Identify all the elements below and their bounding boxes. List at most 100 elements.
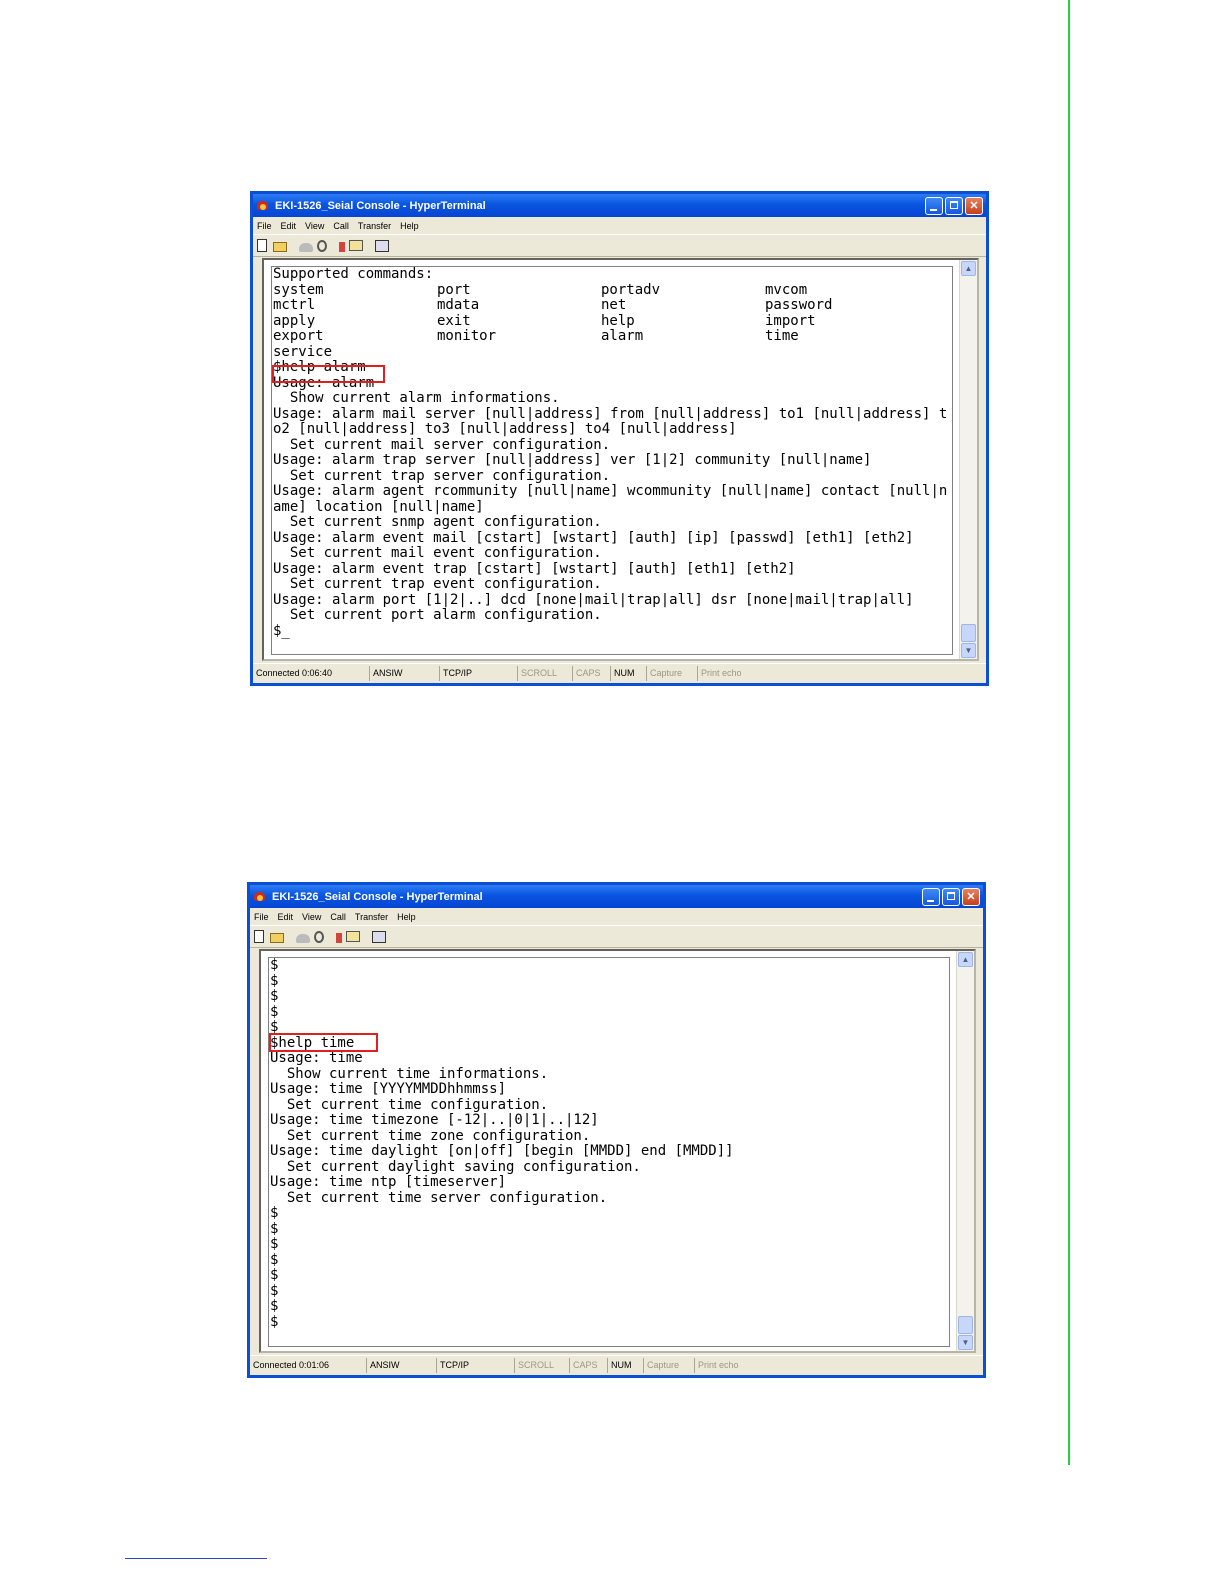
terminal-line: Set current mail server configuration. bbox=[273, 436, 611, 453]
status-scroll: SCROLL bbox=[515, 1358, 570, 1373]
open-folder-icon[interactable] bbox=[273, 241, 287, 252]
terminal-line: Set current trap event configuration. bbox=[273, 576, 602, 592]
disconnect-icon[interactable] bbox=[314, 930, 324, 943]
connect-phone-icon[interactable] bbox=[296, 933, 310, 943]
page-margin-rule bbox=[1068, 0, 1070, 1465]
vertical-scrollbar[interactable]: ▲ ▼ bbox=[956, 951, 974, 1351]
title-bar[interactable]: EKI-1526_Seial Console - HyperTerminal ✕ bbox=[253, 194, 986, 217]
terminal-prompt: $ bbox=[270, 1003, 279, 1020]
command-name: import bbox=[765, 312, 816, 329]
menu-bar: File Edit View Call Transfer Help bbox=[250, 908, 983, 925]
receive-file-icon[interactable] bbox=[346, 931, 360, 942]
scroll-down-icon[interactable]: ▼ bbox=[958, 1335, 973, 1350]
terminal-prompt: $ bbox=[270, 1298, 279, 1314]
menu-edit[interactable]: Edit bbox=[278, 912, 294, 922]
terminal-line: Usage: alarm trap server [null|address] … bbox=[273, 452, 872, 468]
scroll-down-icon[interactable]: ▼ bbox=[961, 643, 976, 658]
menu-help[interactable]: Help bbox=[400, 221, 419, 231]
terminal-line: Usage: alarm mail server [null|address] … bbox=[273, 405, 948, 422]
terminal-line: Usage: alarm event trap [cstart] [wstart… bbox=[273, 560, 796, 577]
command-highlight-box bbox=[269, 1033, 378, 1052]
status-print-echo: Print echo bbox=[701, 668, 742, 678]
hyperterminal-app-icon[interactable] bbox=[256, 199, 270, 213]
menu-view[interactable]: View bbox=[305, 221, 324, 231]
minimize-icon bbox=[927, 899, 934, 902]
menu-view[interactable]: View bbox=[302, 912, 321, 922]
send-file-icon[interactable] bbox=[336, 932, 342, 943]
menu-file[interactable]: File bbox=[257, 221, 272, 231]
disconnect-icon[interactable] bbox=[317, 239, 327, 252]
command-row: service bbox=[272, 343, 952, 361]
hyperterminal-window-help-alarm: EKI-1526_Seial Console - HyperTerminal ✕… bbox=[250, 191, 989, 686]
menu-transfer[interactable]: Transfer bbox=[358, 221, 391, 231]
terminal-line: Set current daylight saving configuratio… bbox=[270, 1158, 641, 1175]
title-bar[interactable]: EKI-1526_Seial Console - HyperTerminal ✕ bbox=[250, 885, 983, 908]
menu-bar: File Edit View Call Transfer Help bbox=[253, 217, 986, 234]
new-connection-icon[interactable] bbox=[254, 930, 264, 943]
command-row: system port portadv mvcom bbox=[272, 281, 952, 299]
maximize-button[interactable] bbox=[942, 887, 960, 906]
minimize-button[interactable] bbox=[922, 887, 940, 906]
menu-transfer[interactable]: Transfer bbox=[355, 912, 388, 922]
menu-edit[interactable]: Edit bbox=[281, 221, 297, 231]
toolbar bbox=[253, 234, 986, 257]
scroll-thumb[interactable] bbox=[958, 1316, 973, 1334]
close-button[interactable]: ✕ bbox=[965, 196, 983, 215]
terminal-prompt: $ bbox=[270, 957, 279, 973]
menu-help[interactable]: Help bbox=[397, 912, 416, 922]
vertical-scrollbar[interactable]: ▲ ▼ bbox=[959, 260, 977, 659]
close-icon: ✕ bbox=[969, 199, 979, 212]
hyperterminal-window-help-time: EKI-1526_Seial Console - HyperTerminal ✕… bbox=[247, 882, 986, 1378]
terminal-prompt: $_ bbox=[273, 622, 290, 639]
terminal-prompt: $ bbox=[270, 1267, 279, 1283]
terminal-screen[interactable]: $ $ $ $ $ $help time Usage: time Show cu… bbox=[268, 957, 950, 1347]
terminal-screen[interactable]: Supported commands: system port portadv mvc… bbox=[271, 266, 953, 655]
terminal-client-area[interactable]: Supported commands: system port portadv mvc… bbox=[262, 258, 979, 661]
terminal-prompt: $ bbox=[270, 1220, 279, 1237]
open-folder-icon[interactable] bbox=[270, 932, 284, 943]
properties-icon[interactable] bbox=[375, 239, 389, 252]
terminal-line: Set current port alarm configuration. bbox=[273, 607, 602, 623]
hyperterminal-app-icon[interactable] bbox=[253, 890, 267, 904]
properties-icon[interactable] bbox=[372, 930, 386, 943]
new-connection-icon[interactable] bbox=[257, 239, 267, 252]
command-name: net bbox=[601, 297, 627, 313]
command-name: exit bbox=[437, 312, 471, 329]
terminal-line: Usage: alarm port [1|2|..] dcd [none|mai… bbox=[273, 591, 914, 608]
terminal-prompt: $ bbox=[270, 1313, 279, 1330]
receive-file-icon[interactable] bbox=[349, 240, 363, 251]
command-name: alarm bbox=[601, 328, 644, 344]
status-capture: Capture bbox=[644, 1358, 695, 1373]
scroll-up-icon[interactable]: ▲ bbox=[958, 952, 973, 967]
terminal-line: Usage: alarm agent rcommunity [null|name… bbox=[273, 483, 948, 499]
terminal-line: Set current trap server configuration. bbox=[273, 467, 611, 484]
send-file-icon[interactable] bbox=[339, 241, 345, 252]
command-name: mdata bbox=[437, 297, 480, 313]
command-name: service bbox=[273, 343, 333, 360]
command-name: apply bbox=[273, 312, 316, 329]
command-row: mctrl mdata net password bbox=[272, 297, 952, 314]
command-name: password bbox=[765, 297, 833, 313]
scroll-up-icon[interactable]: ▲ bbox=[961, 261, 976, 276]
terminal-prompt: $ bbox=[270, 1205, 279, 1221]
command-name: time bbox=[765, 328, 799, 344]
close-icon: ✕ bbox=[966, 890, 976, 903]
terminal-line: Set current time configuration. bbox=[270, 1096, 549, 1113]
terminal-line: Usage: time [YYYYMMDDhhmmss] bbox=[270, 1081, 507, 1097]
minimize-button[interactable] bbox=[925, 196, 943, 215]
terminal-client-area[interactable]: $ $ $ $ $ $help time Usage: time Show cu… bbox=[259, 949, 976, 1353]
scroll-thumb[interactable] bbox=[961, 624, 976, 642]
maximize-button[interactable] bbox=[945, 196, 963, 215]
menu-call[interactable]: Call bbox=[333, 221, 349, 231]
close-button[interactable]: ✕ bbox=[962, 887, 980, 906]
terminal-line: Set current time server configuration. bbox=[270, 1189, 608, 1206]
menu-call[interactable]: Call bbox=[330, 912, 346, 922]
terminal-line: Show current time informations. bbox=[270, 1065, 549, 1082]
menu-file[interactable]: File bbox=[254, 912, 269, 922]
command-row: export monitor alarm time bbox=[272, 328, 952, 345]
connect-phone-icon[interactable] bbox=[299, 242, 313, 252]
status-caps: CAPS bbox=[573, 666, 611, 681]
status-scroll: SCROLL bbox=[518, 666, 573, 681]
terminal-line: Set current snmp agent configuration. bbox=[273, 514, 602, 530]
command-name: system bbox=[273, 281, 324, 298]
